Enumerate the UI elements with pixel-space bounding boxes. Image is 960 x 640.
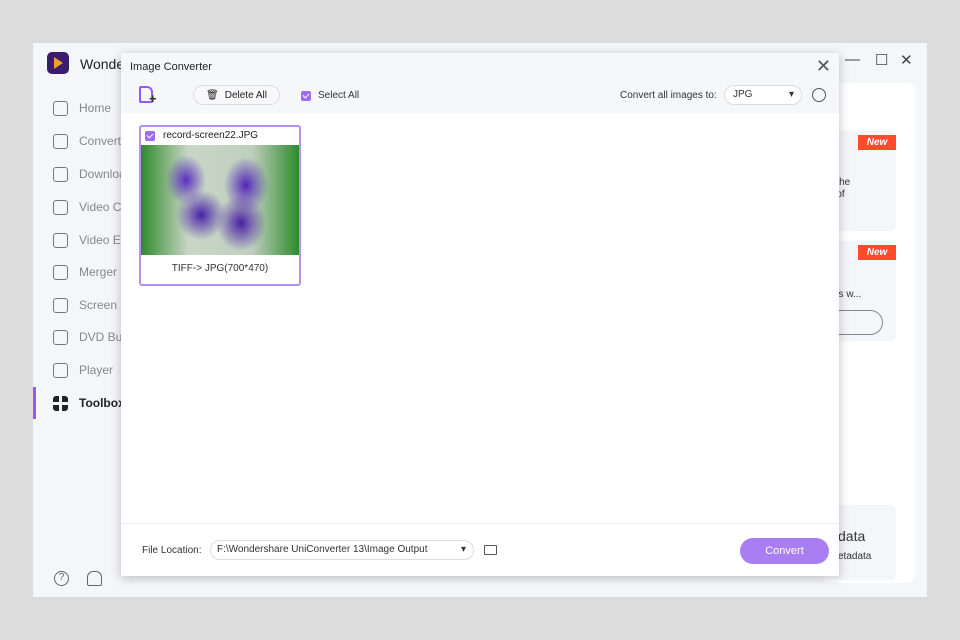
app-logo	[47, 52, 69, 74]
new-badge: New	[858, 135, 896, 150]
convert-all-label: Convert all images to:	[620, 90, 717, 101]
format-select[interactable]: JPG	[724, 85, 802, 105]
sidebar-item-label: Home	[79, 101, 112, 115]
file-location-label: File Location:	[142, 545, 202, 556]
select-all-checkbox[interactable]: Select All	[301, 90, 359, 101]
bell-icon[interactable]	[87, 571, 102, 586]
image-converter-dialog: Image Converter ✕ 🗑 Delete All Select All…	[121, 53, 839, 576]
sidebar-item-label: Toolbox	[79, 396, 125, 410]
video-compressor-icon	[53, 199, 68, 215]
image-thumbnail	[141, 145, 299, 255]
merger-icon	[53, 264, 68, 280]
close-app-button[interactable]: ✕	[900, 51, 913, 69]
close-icon[interactable]: ✕	[816, 56, 831, 77]
card-text: etadata	[838, 551, 872, 562]
checkbox-icon	[301, 90, 311, 101]
add-image-icon[interactable]	[139, 86, 157, 106]
select-all-label: Select All	[318, 90, 360, 101]
convert-button[interactable]: Convert	[740, 538, 829, 564]
sidebar-item-label: DVD Bu	[79, 330, 123, 344]
card-title: data	[838, 528, 866, 544]
new-badge: New	[858, 245, 896, 260]
home-icon	[53, 100, 68, 116]
minimize-button[interactable]: —	[845, 51, 860, 68]
settings-gear-icon[interactable]	[812, 88, 826, 102]
conversion-info: TIFF-> JPG(700*470)	[171, 263, 269, 274]
dialog-title: Image Converter	[130, 61, 212, 73]
screen-recorder-icon	[53, 297, 68, 313]
toolbox-icon	[53, 395, 68, 411]
item-checkbox[interactable]	[145, 130, 155, 141]
image-card[interactable]: record-screen22.JPG TIFF-> JPG(700*470)	[139, 125, 301, 286]
folder-icon[interactable]	[484, 545, 497, 555]
converter-icon	[53, 133, 68, 149]
sidebar-item-label: Merger	[79, 265, 118, 279]
help-icon[interactable]: ?	[54, 571, 69, 586]
file-name: record-screen22.JPG	[163, 130, 259, 141]
delete-all-button[interactable]: 🗑 Delete All	[193, 85, 280, 105]
trash-icon: 🗑	[206, 89, 219, 101]
player-icon	[53, 362, 68, 378]
delete-all-label: Delete All	[224, 89, 267, 101]
dvd-icon	[53, 329, 68, 345]
maximize-button[interactable]: ☐	[875, 51, 888, 69]
sidebar-item-label: Downloa	[79, 167, 126, 181]
file-location-select[interactable]: F:\Wondershare UniConverter 13\Image Out…	[210, 540, 474, 560]
video-editor-icon	[53, 232, 68, 248]
download-icon	[53, 166, 68, 182]
sidebar-item-label: Player	[79, 363, 114, 377]
